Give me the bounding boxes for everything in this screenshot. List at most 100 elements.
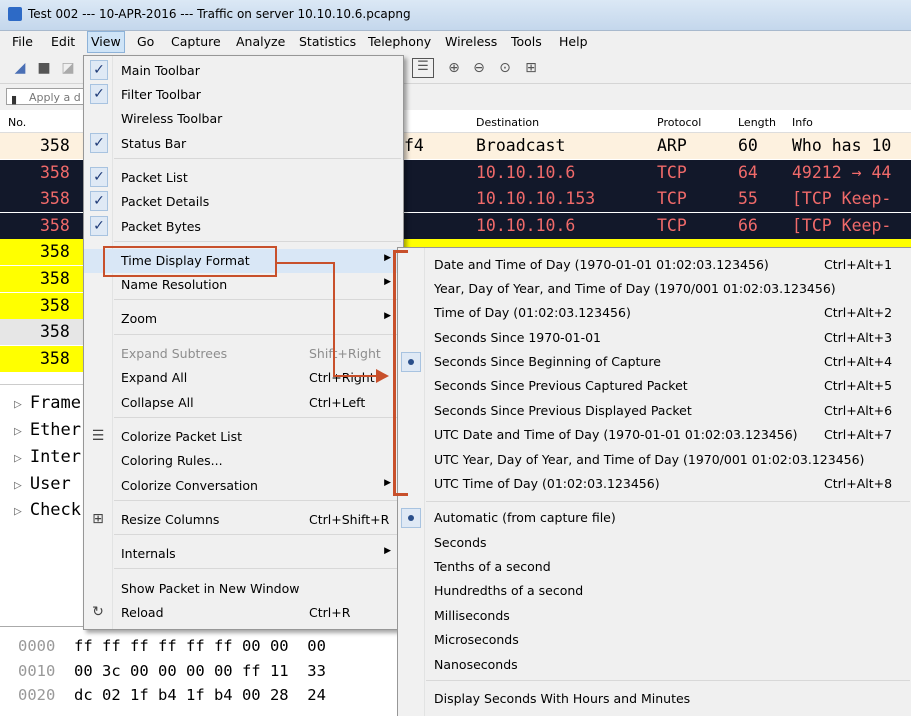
view-menu-item-show-packet-new-window[interactable]: Show Packet in New Window bbox=[84, 577, 403, 601]
detail-row-internet[interactable]: ▷ Inter bbox=[14, 447, 81, 467]
restart-capture-icon[interactable]: ◪ bbox=[60, 60, 76, 76]
display-seconds-hours-minutes[interactable]: Display Seconds With Hours and Minutes bbox=[398, 687, 911, 711]
menu-file[interactable]: File bbox=[12, 34, 33, 49]
time-format-utc-year-day-time[interactable]: UTC Year, Day of Year, and Time of Day (… bbox=[398, 448, 911, 472]
app-icon bbox=[8, 7, 22, 21]
view-menu-item-packet-list[interactable]: ✓ Packet List bbox=[84, 166, 403, 190]
view-menu-item-main-toolbar[interactable]: ✓ Main Toolbar bbox=[84, 59, 403, 83]
time-format-year-day-time[interactable]: Year, Day of Year, and Time of Day (1970… bbox=[398, 277, 911, 301]
view-menu-item-zoom[interactable]: Zoom ▶ bbox=[84, 307, 403, 331]
annotation-connector bbox=[333, 375, 378, 377]
display-filter-placeholder: Apply a d bbox=[29, 91, 81, 104]
menu-statistics[interactable]: Statistics bbox=[299, 34, 356, 49]
zoom-out-icon[interactable]: ⊖ bbox=[471, 60, 487, 76]
protocol-cell: ARP bbox=[657, 136, 687, 155]
menu-wireless[interactable]: Wireless bbox=[445, 34, 497, 49]
stop-capture-icon[interactable]: ■ bbox=[36, 60, 52, 76]
packet-number-cell: 358 bbox=[40, 136, 70, 155]
bytes-row[interactable]: 0020 dc 02 1f b4 1f b4 00 28 24 bbox=[18, 686, 326, 704]
detail-row-user[interactable]: ▷ User bbox=[14, 474, 71, 494]
view-menu-item-internals[interactable]: Internals ▶ bbox=[84, 542, 403, 566]
submenu-arrow-icon: ▶ bbox=[384, 478, 391, 488]
time-format-date-and-time[interactable]: Date and Time of Day (1970-01-01 01:02:0… bbox=[398, 253, 911, 277]
menu-tools[interactable]: Tools bbox=[511, 34, 542, 49]
time-format-since-previous-displayed[interactable]: Seconds Since Previous Displayed Packet C… bbox=[398, 399, 911, 423]
time-format-seconds-since-epoch[interactable]: Seconds Since 1970-01-01 Ctrl+Alt+3 bbox=[398, 326, 911, 350]
expand-arrow-icon[interactable]: ▷ bbox=[14, 424, 22, 439]
bytes-row[interactable]: 0010 00 3c 00 00 00 00 ff 11 33 bbox=[18, 662, 326, 680]
menu-separator bbox=[114, 334, 401, 335]
menu-bar: File Edit View Go Capture Analyze Statis… bbox=[0, 31, 911, 53]
menu-telephony[interactable]: Telephony bbox=[368, 34, 431, 49]
view-menu-item-filter-toolbar[interactable]: ✓ Filter Toolbar bbox=[84, 83, 403, 107]
packet-number-cell: 358 bbox=[40, 242, 70, 262]
view-menu-item-expand-all[interactable]: Expand All Ctrl+Right bbox=[84, 366, 403, 390]
resize-columns-icon[interactable]: ⊞ bbox=[523, 60, 539, 76]
precision-microseconds[interactable]: Microseconds bbox=[398, 628, 911, 652]
column-header-protocol[interactable]: Protocol bbox=[657, 116, 701, 129]
info-cell: [TCP Keep- bbox=[792, 189, 892, 209]
precision-automatic[interactable]: Automatic (from capture file) bbox=[398, 506, 911, 530]
destination-cell: 10.10.10.153 bbox=[476, 189, 596, 209]
expand-arrow-icon[interactable]: ▷ bbox=[14, 451, 22, 466]
bookmark-icon[interactable]: ▮ bbox=[11, 91, 17, 108]
packet-number-cell: 358 bbox=[40, 348, 70, 368]
menu-edit[interactable]: Edit bbox=[51, 34, 75, 49]
precision-hundredths[interactable]: Hundredths of a second bbox=[398, 579, 911, 603]
expand-arrow-icon[interactable]: ▷ bbox=[14, 504, 22, 519]
time-format-utc-time-of-day[interactable]: UTC Time of Day (01:02:03.123456) Ctrl+Al… bbox=[398, 472, 911, 496]
view-menu-item-resize-columns[interactable]: ⊞ Resize Columns Ctrl+Shift+R bbox=[84, 508, 403, 532]
protocol-cell: TCP bbox=[657, 189, 687, 209]
menu-help[interactable]: Help bbox=[559, 34, 588, 49]
precision-seconds[interactable]: Seconds bbox=[398, 531, 911, 555]
menu-separator bbox=[114, 568, 401, 569]
time-format-seconds-since-capture-start[interactable]: Seconds Since Beginning of Capture Ctrl+A… bbox=[398, 350, 911, 374]
expand-arrow-icon[interactable]: ▷ bbox=[14, 478, 22, 493]
view-menu-item-reload[interactable]: ↻ Reload Ctrl+R bbox=[84, 601, 403, 625]
submenu-arrow-icon: ▶ bbox=[384, 546, 391, 556]
bytes-row[interactable]: 0000 ff ff ff ff ff ff 00 00 00 bbox=[18, 637, 326, 655]
expand-arrow-icon[interactable]: ▷ bbox=[14, 397, 22, 412]
view-menu-item-coloring-rules[interactable]: Coloring Rules... bbox=[84, 449, 403, 473]
precision-tenths[interactable]: Tenths of a second bbox=[398, 555, 911, 579]
menu-go[interactable]: Go bbox=[137, 34, 154, 49]
view-menu-item-status-bar[interactable]: ✓ Status Bar bbox=[84, 132, 403, 156]
menu-view[interactable]: View bbox=[87, 31, 125, 53]
detail-row-ethernet[interactable]: ▷ Ether bbox=[14, 420, 81, 440]
detail-row-frame[interactable]: ▷ Frame bbox=[14, 393, 81, 413]
time-format-utc-date-and-time[interactable]: UTC Date and Time of Day (1970-01-01 01:… bbox=[398, 423, 911, 447]
length-cell: 66 bbox=[738, 215, 758, 235]
menu-capture[interactable]: Capture bbox=[171, 34, 221, 49]
colorize-icon[interactable]: ☰ bbox=[412, 58, 434, 78]
view-menu-item-colorize-conversation[interactable]: Colorize Conversation ▶ bbox=[84, 474, 403, 498]
zoom-in-icon[interactable]: ⊕ bbox=[446, 60, 462, 76]
detail-row-check[interactable]: ▷ Check bbox=[14, 500, 81, 520]
precision-milliseconds[interactable]: Milliseconds bbox=[398, 604, 911, 628]
precision-nanoseconds[interactable]: Nanoseconds bbox=[398, 653, 911, 677]
time-format-time-of-day[interactable]: Time of Day (01:02:03.123456) Ctrl+Alt+2 bbox=[398, 301, 911, 325]
column-header-info[interactable]: Info bbox=[792, 116, 813, 129]
packet-number-cell: 358 bbox=[40, 215, 70, 235]
view-menu-item-collapse-all[interactable]: Collapse All Ctrl+Left bbox=[84, 391, 403, 415]
menu-analyze[interactable]: Analyze bbox=[236, 34, 285, 49]
window-title: Test 002 --- 10-APR-2016 --- Traffic on … bbox=[28, 7, 411, 21]
menu-separator bbox=[426, 680, 910, 681]
radio-selected-icon bbox=[401, 508, 421, 528]
display-filter-input[interactable]: ▮ Apply a d bbox=[6, 88, 86, 108]
view-menu-item-colorize-packet-list[interactable]: ☰ Colorize Packet List bbox=[84, 425, 403, 449]
column-header-length[interactable]: Length bbox=[738, 116, 776, 129]
column-header-destination[interactable]: Destination bbox=[476, 116, 539, 129]
normal-size-icon[interactable]: ⊙ bbox=[497, 60, 513, 76]
column-header-no[interactable]: No. bbox=[8, 116, 26, 129]
view-menu-item-packet-details[interactable]: ✓ Packet Details bbox=[84, 190, 403, 214]
view-menu-item-wireless-toolbar[interactable]: Wireless Toolbar bbox=[84, 107, 403, 131]
start-capture-icon[interactable]: ◢ bbox=[12, 60, 28, 76]
packet-number-cell: 358 bbox=[40, 295, 70, 315]
packet-number-cell: 358 bbox=[40, 322, 70, 342]
view-menu-item-packet-bytes[interactable]: ✓ Packet Bytes bbox=[84, 215, 403, 239]
submenu-arrow-icon: ▶ bbox=[384, 277, 391, 287]
submenu-arrow-icon: ▶ bbox=[384, 253, 391, 263]
time-format-since-previous-captured[interactable]: Seconds Since Previous Captured Packet Ct… bbox=[398, 374, 911, 398]
length-cell: 64 bbox=[738, 162, 758, 182]
destination-cell: 10.10.10.6 bbox=[476, 215, 576, 235]
